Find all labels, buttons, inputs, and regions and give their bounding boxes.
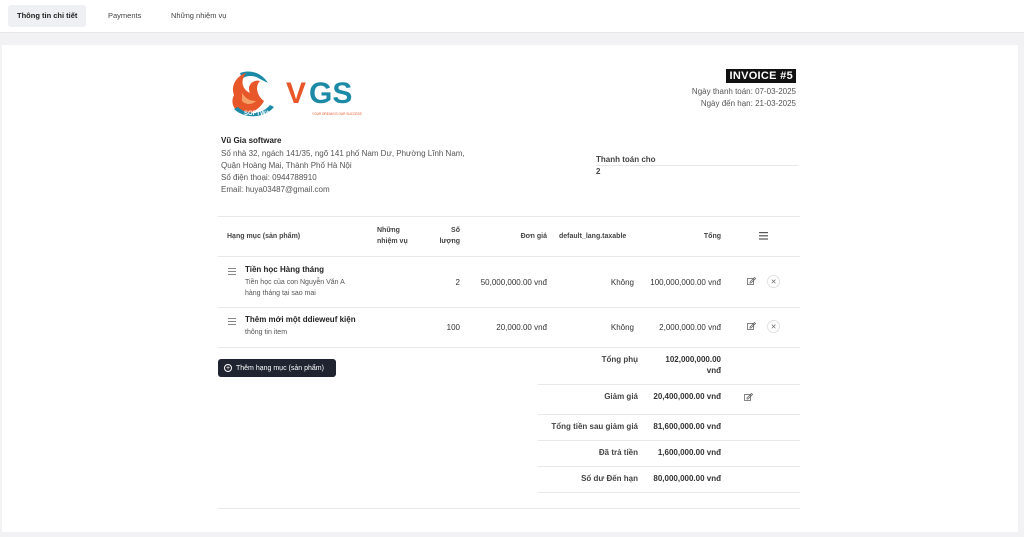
invoice-due-date: Ngày đến hạn: 21-03-2025 xyxy=(700,99,796,108)
col-header-tasks-line2: nhiệm vụ xyxy=(377,238,408,245)
invoice-card: SOFTWARE V GS YOUR DREAM IS OUR SUCCESS … xyxy=(2,45,1018,532)
bill-to-value: 2 xyxy=(596,167,601,176)
company-address-line-2: Quận Hoàng Mai, Thành Phố Hà Nội xyxy=(221,161,352,170)
balance-due-value: 80,000,000.00 vnđ xyxy=(653,474,721,483)
divider xyxy=(218,508,800,509)
company-email: Email: huya03487@gmail.com xyxy=(221,185,330,194)
divider xyxy=(538,466,800,467)
col-header-qty-line2: lượng xyxy=(439,238,460,245)
row-1-qty: 2 xyxy=(455,278,460,287)
add-item-button[interactable]: + Thêm hạng mục (sản phẩm) xyxy=(218,359,336,377)
bill-to-label: Thanh toán cho xyxy=(596,155,656,164)
row-1-description-line2: hàng tháng tại sao mai xyxy=(245,290,316,297)
logo-badge: SOFTWARE xyxy=(244,111,278,117)
divider xyxy=(218,307,800,308)
divider xyxy=(218,347,800,348)
logo-tagline: YOUR DREAM IS OUR SUCCESS xyxy=(312,112,362,116)
company-name: Vũ Gia software xyxy=(221,136,282,145)
row-2-description-line1: thông tin item xyxy=(245,329,288,336)
tab-bar: Thông tin chi tiết Payments Những nhiệm … xyxy=(0,0,1024,33)
tab-payments[interactable]: Payments xyxy=(99,5,150,27)
col-header-total: Tổng xyxy=(703,233,721,240)
tab-details[interactable]: Thông tin chi tiết xyxy=(8,5,87,27)
col-header-item: Hạng mục (sản phẩm) xyxy=(227,233,301,240)
edit-icon[interactable] xyxy=(742,391,755,404)
close-icon[interactable]: ✕ xyxy=(767,275,780,288)
divider xyxy=(538,384,800,385)
company-address-line-1: Số nhà 32, ngách 141/35, ngõ 141 phố Nam… xyxy=(221,149,465,158)
divider xyxy=(538,492,800,493)
paid-label: Đã trả tiền xyxy=(598,448,638,457)
subtotal-label: Tổng phụ xyxy=(601,355,638,364)
row-2-name: Thêm mới một ddieweuf kiện xyxy=(245,315,356,324)
balance-due-label: Số dư Đến hạn xyxy=(581,474,638,483)
col-header-qty-line1: Số xyxy=(451,227,460,234)
row-1-taxable: Không xyxy=(610,278,634,287)
row-1-price: 50,000,000.00 vnđ xyxy=(480,278,547,287)
row-2-total: 2,000,000.00 vnđ xyxy=(659,323,721,332)
company-logo: SOFTWARE V GS YOUR DREAM IS OUR SUCCESS xyxy=(220,65,370,123)
discount-value: 20,400,000.00 vnđ xyxy=(653,392,721,401)
add-item-label: Thêm hạng mục (sản phẩm) xyxy=(236,364,324,372)
col-header-price: Đơn giá xyxy=(520,233,547,240)
divider xyxy=(596,165,798,166)
subtotal-value-line1: 102,000,000.00 xyxy=(665,355,721,364)
edit-icon[interactable] xyxy=(745,320,758,333)
drag-handle-icon[interactable] xyxy=(228,266,236,277)
after-discount-label: Tổng tiền sau giảm giá xyxy=(551,422,638,431)
divider xyxy=(538,440,800,441)
drag-handle-icon[interactable] xyxy=(228,316,236,327)
tab-tasks[interactable]: Những nhiệm vụ xyxy=(162,5,235,27)
col-header-taxable: default_lang.taxable xyxy=(559,233,627,240)
row-1-total: 100,000,000.00 vnđ xyxy=(650,278,721,287)
logo-text: GS xyxy=(309,77,352,110)
divider xyxy=(218,256,800,257)
row-1-name: Tiền học Hàng tháng xyxy=(245,265,324,274)
invoice-payment-date: Ngày thanh toán: 07-03-2025 xyxy=(691,87,796,96)
edit-icon[interactable] xyxy=(745,275,758,288)
invoice-title: INVOICE #5 xyxy=(726,69,796,83)
col-header-tasks-line1: Những xyxy=(377,227,400,234)
close-icon[interactable]: ✕ xyxy=(767,320,780,333)
company-phone: Số điện thoại: 0944788910 xyxy=(221,173,317,182)
row-2-taxable: Không xyxy=(610,323,634,332)
discount-label: Giảm giá xyxy=(604,392,638,401)
hamburger-icon[interactable] xyxy=(759,232,769,242)
after-discount-value: 81,600,000.00 vnđ xyxy=(653,422,721,431)
divider xyxy=(538,414,800,415)
row-2-price: 20,000.00 vnđ xyxy=(496,323,547,332)
subtotal-value-line2: vnđ xyxy=(706,366,721,375)
row-2-qty: 100 xyxy=(446,323,460,332)
plus-circle-icon: + xyxy=(224,364,232,372)
paid-value: 1,600,000.00 vnđ xyxy=(657,448,721,457)
svg-text:V: V xyxy=(286,77,306,110)
divider xyxy=(218,216,800,217)
row-1-description-line1: Tiền học của con Nguyễn Văn A xyxy=(245,279,345,286)
